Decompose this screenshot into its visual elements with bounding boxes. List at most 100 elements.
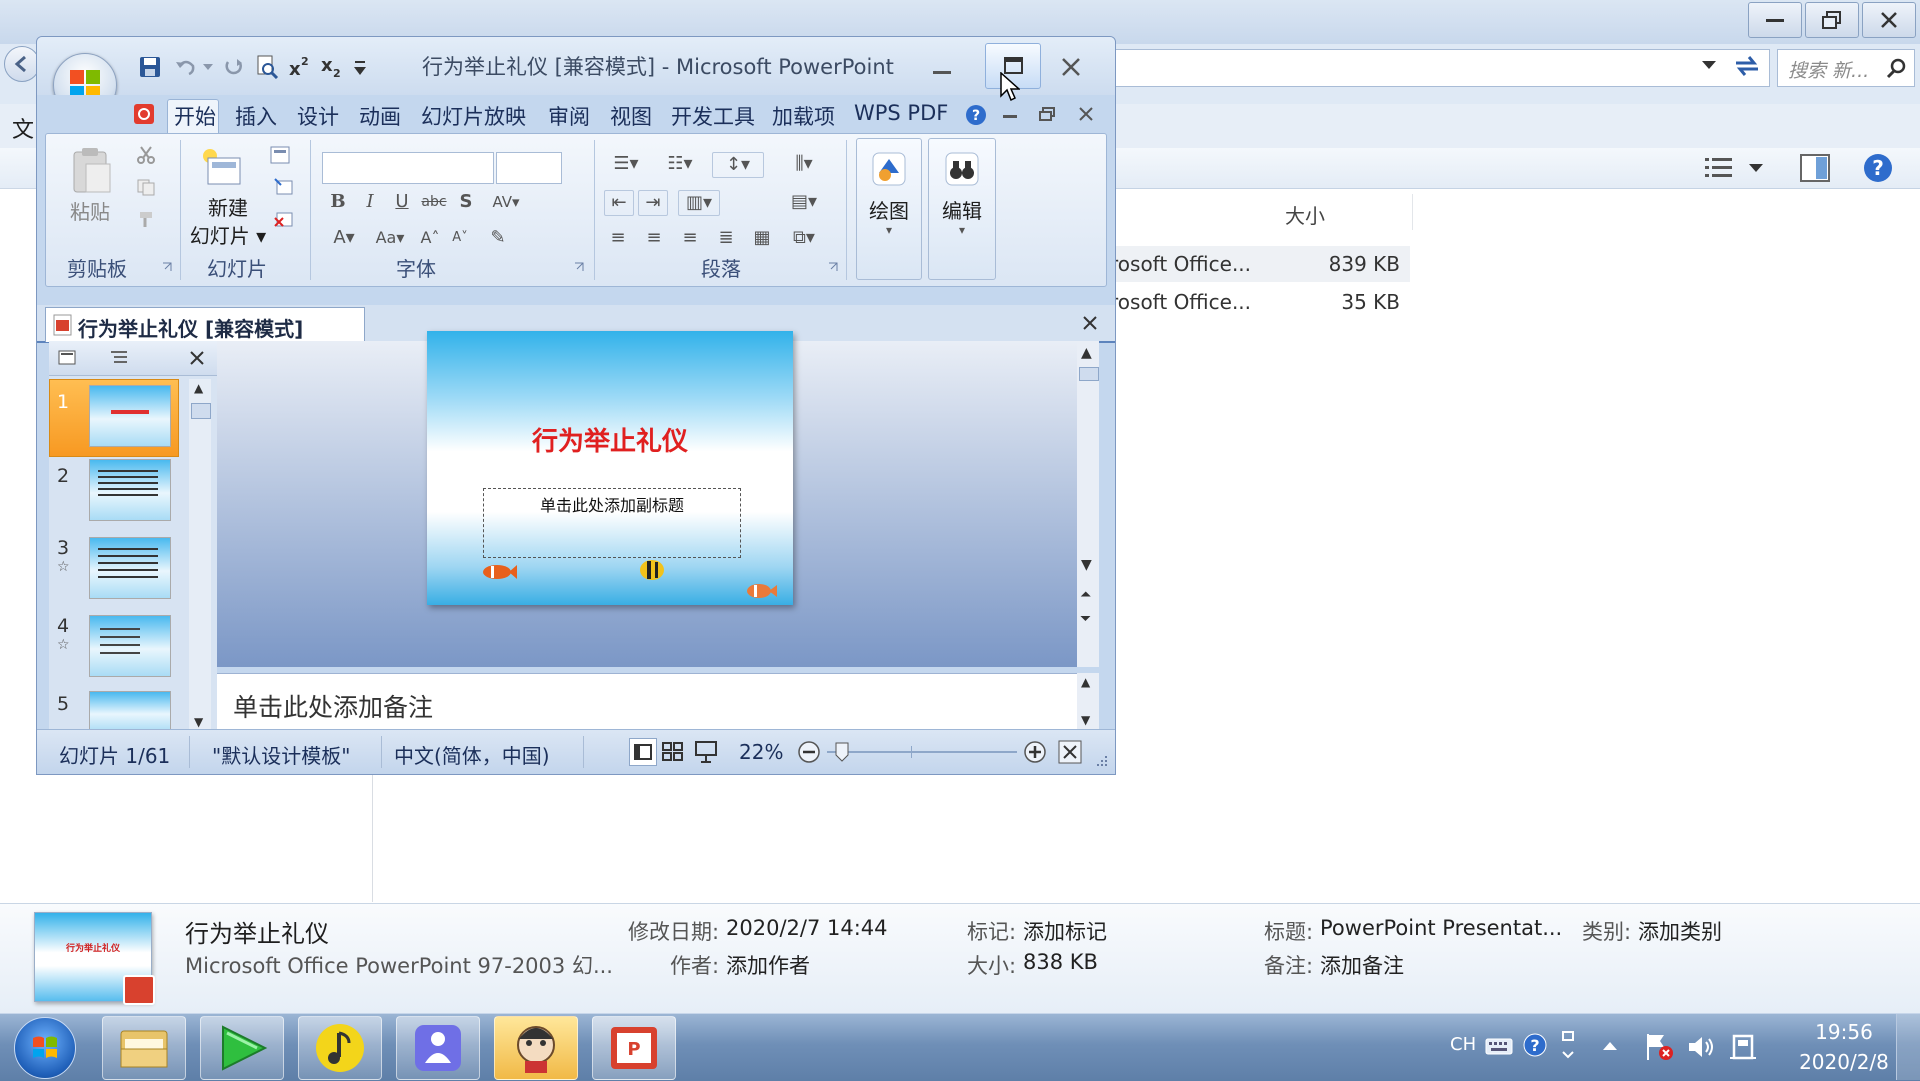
explorer-minimize-button[interactable] [1748, 2, 1802, 38]
scroll-up-icon[interactable]: ▲ [194, 381, 203, 395]
scroll-down-icon[interactable]: ▼ [194, 715, 203, 729]
ime-options-icon[interactable] [1560, 1030, 1576, 1060]
taskbar-powerpoint[interactable]: P [592, 1016, 676, 1080]
subscript-icon[interactable]: x2 [319, 55, 345, 79]
new-slide-icon[interactable] [200, 146, 244, 190]
scroll-up-icon[interactable]: ▲ [1081, 675, 1090, 689]
zoom-slider-track[interactable] [827, 751, 1017, 753]
subtitle-placeholder[interactable]: 单击此处添加副标题 [483, 488, 741, 558]
text-direction-icon[interactable]: ⫼▾ [784, 152, 824, 176]
superscript-icon[interactable]: x2 [287, 55, 313, 79]
slides-pane-scrollbar[interactable]: ▲ ▼ [189, 379, 211, 731]
tab-wps-pdf[interactable]: WPS PDF [854, 101, 948, 125]
columns-icon[interactable]: ▥▾ [678, 190, 720, 216]
ime-indicator[interactable]: CH [1450, 1034, 1476, 1055]
align-right-icon[interactable]: ≡ [676, 226, 704, 250]
redo-icon[interactable] [223, 56, 245, 78]
copy-icon[interactable] [136, 178, 156, 196]
slide-thumbnail-2[interactable] [89, 459, 171, 521]
show-desktop-button[interactable] [1896, 1014, 1920, 1080]
taskbar-music-app[interactable] [298, 1016, 382, 1080]
help-icon[interactable]: ? [1862, 152, 1894, 184]
undo-dropdown-icon[interactable] [203, 64, 213, 72]
language-indicator[interactable]: 中文(简体，中国) [394, 740, 550, 769]
start-button[interactable] [14, 1017, 76, 1079]
font-size-dropdown[interactable] [496, 152, 562, 184]
ribbon-help-icon[interactable]: ? [965, 104, 987, 126]
slide-thumbnail-5[interactable] [89, 691, 171, 733]
scroll-thumb[interactable] [191, 403, 211, 419]
scroll-up-icon[interactable]: ▲ [1081, 345, 1092, 361]
font-color-icon[interactable]: A▾ [324, 226, 364, 250]
taskbar-game-app[interactable] [494, 1016, 578, 1080]
outline-tab-icon[interactable] [109, 348, 131, 368]
new-slide-button[interactable]: 新建 幻灯片 ▾ [180, 194, 276, 250]
char-spacing-icon[interactable]: AV▾ [486, 190, 526, 214]
menu-file[interactable]: 文 [12, 112, 34, 144]
slide-scrollbar[interactable]: ▲ ▼ ⏶ ⏷ [1077, 341, 1099, 667]
document-tab[interactable]: 行为举止礼仪 [兼容模式] [45, 307, 365, 342]
tab-slideshow[interactable]: 幻灯片放映 [421, 101, 526, 131]
zoom-slider-thumb[interactable] [835, 742, 849, 762]
address-dropdown-icon[interactable] [1700, 56, 1718, 74]
action-center-flag-icon[interactable] [1644, 1032, 1674, 1062]
wps-pdf-quick-icon[interactable] [133, 103, 155, 125]
refresh-icon[interactable] [1732, 52, 1762, 80]
tab-addins[interactable]: 加载项 [772, 101, 835, 131]
slide-sorter-icon[interactable] [660, 739, 686, 765]
print-preview-icon[interactable] [255, 55, 279, 79]
grow-font-icon[interactable]: A˄ [416, 226, 444, 250]
align-text-icon[interactable]: ▤▾ [784, 190, 824, 214]
tab-home-label[interactable]: 开始 [174, 101, 216, 131]
view-dropdown-icon[interactable] [1749, 164, 1763, 174]
align-center-icon[interactable]: ≡ [640, 226, 668, 250]
explorer-restore-button[interactable] [1805, 2, 1859, 38]
zoom-in-icon[interactable] [1023, 740, 1047, 764]
clipboard-launcher-icon[interactable] [162, 262, 172, 272]
tags-value[interactable]: 添加标记 [1023, 916, 1107, 946]
clock-date[interactable]: 2020/2/8 [1786, 1050, 1902, 1074]
category-value[interactable]: 添加类别 [1638, 916, 1722, 946]
theme-name[interactable]: "默认设计模板" [212, 740, 350, 769]
view-options-icon[interactable] [1705, 156, 1735, 182]
decrease-indent-icon[interactable]: ⇤ [604, 190, 634, 216]
layout-icon[interactable] [270, 146, 294, 166]
format-painter-icon[interactable] [136, 210, 156, 228]
tab-design[interactable]: 设计 [297, 101, 339, 131]
slide-thumbnail-1[interactable] [89, 385, 171, 447]
preview-pane-icon[interactable] [1800, 154, 1830, 182]
scroll-down-icon[interactable]: ▼ [1081, 713, 1090, 727]
title-value[interactable]: PowerPoint Presentat... [1320, 916, 1562, 940]
network-icon[interactable] [1728, 1032, 1758, 1062]
taskbar-media-player[interactable] [200, 1016, 284, 1080]
back-button[interactable] [4, 46, 40, 82]
paste-label[interactable]: 粘贴 [58, 198, 122, 226]
search-input[interactable]: 搜索 新... [1777, 49, 1915, 87]
tab-insert[interactable]: 插入 [235, 101, 277, 131]
shadow-icon[interactable]: S [452, 190, 480, 214]
justify-icon[interactable]: ≣ [712, 226, 740, 250]
volume-icon[interactable] [1686, 1032, 1716, 1062]
slideshow-view-icon[interactable] [693, 739, 719, 765]
reset-slide-icon[interactable] [274, 178, 294, 196]
slide-title[interactable]: 行为举止礼仪 [427, 421, 793, 458]
tab-view[interactable]: 视图 [610, 101, 652, 131]
fit-to-window-icon[interactable] [1057, 739, 1083, 765]
taskbar-explorer[interactable] [102, 1016, 186, 1080]
paragraph-launcher-icon[interactable] [828, 262, 838, 272]
tab-animations[interactable]: 动画 [359, 101, 401, 131]
clear-format-icon[interactable]: ✎ [484, 226, 512, 250]
editing-button[interactable]: 编辑 ▾ [928, 138, 996, 280]
notes-scrollbar[interactable]: ▲ ▼ [1077, 673, 1099, 729]
delete-slide-icon[interactable] [274, 210, 294, 228]
doc-close-icon[interactable] [1079, 107, 1093, 121]
normal-view-button[interactable] [629, 738, 657, 766]
tab-developer[interactable]: 开发工具 [671, 101, 755, 131]
ime-help-icon[interactable]: ? [1522, 1032, 1548, 1058]
clock-time[interactable]: 19:56 [1804, 1020, 1884, 1044]
save-icon[interactable] [139, 56, 161, 78]
smartart-icon[interactable]: ⧉▾ [784, 226, 824, 250]
bullets-icon[interactable]: ☰▾ [604, 152, 648, 176]
slide-canvas[interactable]: 行为举止礼仪 单击此处添加副标题 [427, 331, 793, 605]
close-document-icon[interactable] [1083, 316, 1097, 330]
